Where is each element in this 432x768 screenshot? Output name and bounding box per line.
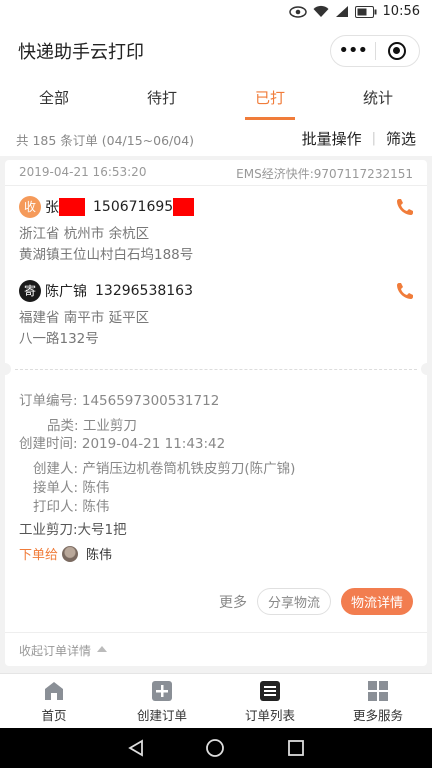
name-redaction [59,198,85,216]
list-icon [260,681,280,701]
wifi-icon [313,5,329,18]
receiver-address: 浙江省 杭州市 余杭区 黄湖镇王位山村白石坞188号 [19,224,193,266]
filter-button[interactable]: 筛选 [386,128,416,149]
title-bar: 快递助手云打印 ••• [0,26,432,76]
nav-order-list[interactable]: 订单列表 [216,674,324,728]
sender-line: 寄 陈广锦 13296538163 [19,280,193,302]
sender-address: 福建省 南平市 延平区 八一路132号 [19,308,149,350]
tab-statistics[interactable]: 统计 [324,76,432,122]
summary-bar: 共 185 条订单 (04/15~06/04) 批量操作 | 筛选 [0,122,432,156]
grid-icon [368,681,388,701]
nav-create-order[interactable]: 创建订单 [108,674,216,728]
sender-phone: 13296538163 [95,283,193,299]
tracking-number: EMS经济快件:9707117232151 [236,167,413,181]
creator-label: 创建人: [33,461,79,477]
signal-icon [335,6,348,17]
receiver-person-row: 接单人: 陈伟 [33,476,109,496]
sender-badge: 寄 [19,280,41,302]
status-tabs: 全部 待打 已打 统计 [0,76,432,122]
receiver-address-line2: 黄湖镇王位山村白石坞188号 [19,247,194,263]
status-bar: 10:56 [0,0,432,26]
caret-up-icon [97,646,107,652]
clock: 10:56 [382,4,420,19]
share-logistics-button[interactable]: 分享物流 [256,588,331,615]
printer-value: 陈伟 [82,499,110,515]
dashed-separator [15,369,417,370]
collapse-details-toggle[interactable]: 收起订单详情 [5,632,427,666]
system-nav-bar [0,728,432,768]
sender-name: 陈广锦 [45,284,87,300]
nav-order-list-label: 订单列表 [244,708,295,723]
receiver-person-label: 接单人: [33,480,79,496]
receiver-phone: 150671695 [93,199,174,215]
order-actions: 更多 分享物流 物流详情 [219,588,413,615]
receiver-address-line1: 浙江省 杭州市 余杭区 [19,226,150,242]
order-card-header: 2019-04-21 16:53:20 EMS经济快件:970711723215… [5,160,427,186]
order-to-row: 下单给 陈伟 [19,544,112,563]
phone-redaction [173,198,195,216]
receiver-person: 陈伟 [82,480,110,496]
goods-text: 工业剪刀:大号1把 [19,522,127,538]
category-label: 品类: [47,418,79,434]
plus-square-icon [152,681,172,701]
collapse-details-label: 收起订单详情 [19,644,92,658]
batch-operation-button[interactable]: 批量操作 [302,128,362,149]
more-menu-button[interactable]: ••• [331,35,375,67]
order-number-label: 订单编号: [19,393,78,409]
sender-address-line2: 八一路132号 [19,331,99,347]
app-title: 快递助手云打印 [18,42,144,63]
call-receiver-icon[interactable] [395,197,415,217]
printer-row: 打印人: 陈伟 [33,495,109,515]
creator-value: 产销压边机卷筒机铁皮剪刀(陈广锦) [82,461,296,477]
printer-label: 打印人: [33,499,79,515]
home-icon [45,682,63,700]
tab-pending-print[interactable]: 待打 [108,76,216,122]
recents-icon[interactable] [287,739,305,757]
order-to-name: 陈伟 [86,548,113,563]
order-count: 共 185 条订单 (04/15~06/04) [16,133,195,148]
created-time-row: 创建时间: 2019-04-21 11:43:42 [19,432,225,452]
nav-more-services[interactable]: 更多服务 [324,674,432,728]
battery-icon [354,5,377,18]
order-to-label: 下单给 [19,548,59,563]
avatar [62,545,79,562]
order-date: 2019-04-21 16:53:20 [19,165,147,179]
logistics-detail-button[interactable]: 物流详情 [340,588,413,615]
creator-row: 创建人: 产销压边机卷筒机铁皮剪刀(陈广锦) [33,457,295,477]
back-icon[interactable] [127,739,145,757]
nav-more-services-label: 更多服务 [352,708,403,723]
bottom-nav: 首页 创建订单 订单列表 更多服务 [0,673,432,728]
order-number-row: 订单编号: 1456597300531712 [19,389,219,409]
created-time-label: 创建时间: [19,436,78,452]
card-notch-left [0,363,11,375]
more-button[interactable]: 更多 [219,592,247,612]
order-number: 1456597300531712 [81,393,220,409]
tab-printed[interactable]: 已打 [216,76,324,122]
tab-all[interactable]: 全部 [0,76,108,122]
receiver-name: 张 [45,200,59,216]
target-icon [388,42,407,60]
call-sender-icon[interactable] [395,281,415,301]
category-row: 品类: 工业剪刀 [47,414,137,434]
receiver-badge: 收 [19,196,41,218]
close-mini-program-button[interactable] [375,42,419,60]
sender-address-line1: 福建省 南平市 延平区 [19,310,150,326]
home-circle-icon[interactable] [206,739,224,757]
order-card: 2019-04-21 16:53:20 EMS经济快件:970711723215… [0,160,432,666]
card-notch-right [421,363,432,375]
nav-create-order-label: 创建订单 [136,708,187,723]
actions-divider: | [371,131,376,146]
created-time: 2019-04-21 11:43:42 [81,436,226,452]
eye-icon [288,5,307,18]
mini-program-capsule: ••• [330,35,420,67]
nav-home[interactable]: 首页 [0,674,108,728]
nav-home-label: 首页 [41,708,67,723]
receiver-line: 收 张 150671695 [19,196,195,218]
